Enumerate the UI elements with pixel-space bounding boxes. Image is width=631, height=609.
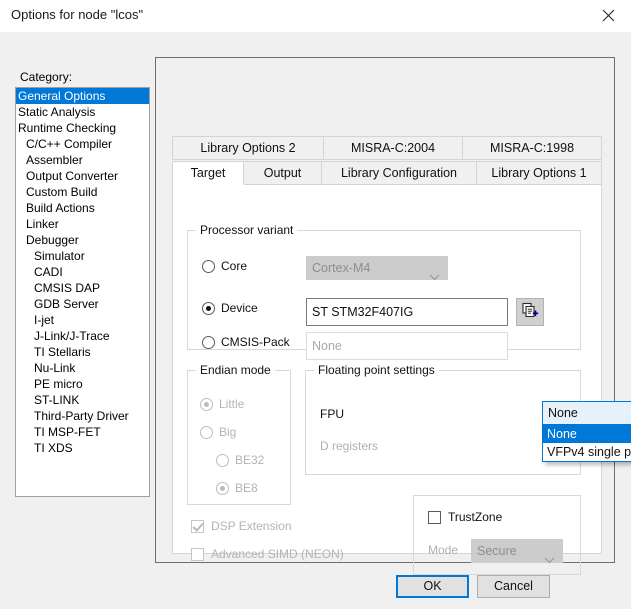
radio-cmsis-pack-label: CMSIS-Pack — [221, 335, 290, 349]
radio-endian-be32-indicator — [216, 453, 229, 467]
fpu-combo-field[interactable]: None — [542, 401, 631, 425]
floating-point-title: Floating point settings — [314, 363, 439, 377]
tab-misra-c-2004[interactable]: MISRA-C:2004 — [324, 136, 463, 160]
checkbox-advanced-simd[interactable]: Advanced SIMD (NEON) — [191, 547, 344, 561]
category-item[interactable]: TI MSP-FET — [16, 424, 149, 440]
checkbox-trustzone[interactable]: TrustZone — [428, 510, 502, 524]
radio-endian-be32[interactable]: BE32 — [216, 453, 264, 467]
endian-mode-group: Endian mode Little Big BE32 BE8 — [187, 363, 291, 505]
checkbox-advanced-simd-label: Advanced SIMD (NEON) — [211, 547, 344, 561]
category-item[interactable]: General Options — [16, 88, 149, 104]
category-list[interactable]: General Options Static Analysis Runtime Ch… — [15, 87, 150, 497]
core-combo-value: Cortex-M4 — [312, 261, 371, 275]
trustzone-mode-value: Secure — [477, 544, 517, 558]
category-item[interactable]: Build Actions — [16, 200, 149, 216]
radio-endian-little-indicator — [200, 397, 213, 411]
checkbox-trustzone-indicator — [428, 510, 441, 524]
radio-cmsis-pack-indicator — [202, 335, 215, 349]
floating-point-group: Floating point settings FPU D registers … — [305, 363, 631, 475]
endian-mode-title: Endian mode — [196, 363, 275, 377]
radio-core-label: Core — [221, 259, 248, 273]
fpu-label: FPU — [320, 407, 344, 421]
category-item[interactable]: CADI — [16, 264, 149, 280]
device-select-icon — [521, 302, 539, 322]
trustzone-mode-combo: Secure — [471, 539, 563, 564]
radio-cmsis-pack[interactable]: CMSIS-Pack — [202, 335, 290, 349]
device-select-button[interactable] — [516, 298, 544, 326]
close-button[interactable] — [585, 0, 631, 31]
title-bar: Options for node "lcos" — [0, 0, 631, 32]
radio-endian-be32-label: BE32 — [235, 453, 265, 467]
category-item[interactable]: Assembler — [16, 152, 149, 168]
tab-row-lower: Target Output Library Configuration Library… — [172, 161, 602, 185]
radio-device[interactable]: Device — [202, 301, 258, 315]
category-item[interactable]: I-jet — [16, 312, 149, 328]
fpu-combo-value: None — [548, 406, 578, 420]
radio-endian-little-label: Little — [219, 397, 245, 411]
cmsis-pack-input[interactable]: None — [306, 332, 508, 360]
radio-core[interactable]: Core — [202, 259, 247, 273]
trustzone-mode-label: Mode — [428, 543, 459, 557]
dialog-body: Category: General Options Static Analysis… — [0, 32, 631, 609]
fpu-option[interactable]: None — [543, 425, 631, 443]
d-registers-label: D registers — [320, 439, 379, 453]
processor-variant-title: Processor variant — [196, 223, 298, 237]
close-icon — [602, 9, 615, 22]
category-label: Category: — [20, 70, 73, 84]
radio-endian-big-label: Big — [219, 425, 237, 439]
radio-core-indicator — [202, 259, 215, 273]
device-input[interactable]: ST STM32F407IG — [306, 298, 508, 326]
category-item[interactable]: Nu-Link — [16, 360, 149, 376]
checkbox-advanced-simd-indicator — [191, 547, 204, 561]
category-item[interactable]: Output Converter — [16, 168, 149, 184]
category-item[interactable]: Custom Build — [16, 184, 149, 200]
tab-panel-target: Processor variant Core Cortex-M4 Device … — [172, 184, 631, 575]
category-item[interactable]: Runtime Checking — [16, 120, 149, 136]
radio-endian-big-indicator — [200, 425, 213, 439]
tab-row-upper: Library Options 2 MISRA-C:2004 MISRA-C:199… — [172, 136, 602, 160]
fpu-combo-list[interactable]: NoneVFPv4 single precision — [542, 425, 631, 462]
category-item[interactable]: C/C++ Compiler — [16, 136, 149, 152]
tab-bar: Library Options 2 MISRA-C:2004 MISRA-C:199… — [172, 136, 602, 185]
chevron-down-icon — [544, 549, 555, 571]
category-item[interactable]: TI XDS — [16, 440, 149, 456]
tab-output[interactable]: Output — [244, 161, 322, 185]
category-item[interactable]: Static Analysis — [16, 104, 149, 120]
category-item[interactable]: CMSIS DAP — [16, 280, 149, 296]
tab-library-options-1[interactable]: Library Options 1 — [477, 161, 602, 185]
tab-library-options-2[interactable]: Library Options 2 — [172, 136, 324, 160]
category-item[interactable]: Simulator — [16, 248, 149, 264]
trustzone-group: TrustZone Mode Secure — [413, 495, 581, 575]
radio-endian-be8[interactable]: BE8 — [216, 481, 258, 495]
category-item[interactable]: GDB Server — [16, 296, 149, 312]
fpu-combo[interactable]: None NoneVFPv4 single precision — [542, 401, 631, 462]
radio-device-indicator — [202, 301, 215, 315]
category-item[interactable]: Debugger — [16, 232, 149, 248]
radio-endian-little[interactable]: Little — [200, 397, 244, 411]
checkbox-trustzone-label: TrustZone — [448, 510, 503, 524]
category-item[interactable]: ST-LINK — [16, 392, 149, 408]
fpu-option[interactable]: VFPv4 single precision — [543, 443, 631, 461]
checkbox-dsp-extension-indicator — [191, 519, 204, 533]
category-item[interactable]: Third-Party Driver — [16, 408, 149, 424]
radio-endian-big[interactable]: Big — [200, 425, 236, 439]
tab-misra-c-1998[interactable]: MISRA-C:1998 — [463, 136, 602, 160]
category-item[interactable]: Linker — [16, 216, 149, 232]
category-item[interactable]: TI Stellaris — [16, 344, 149, 360]
window-title: Options for node "lcos" — [11, 7, 144, 22]
radio-endian-be8-label: BE8 — [235, 481, 258, 495]
radio-endian-be8-indicator — [216, 481, 229, 495]
processor-variant-group: Processor variant Core Cortex-M4 Device … — [187, 223, 581, 360]
radio-device-label: Device — [221, 301, 258, 315]
category-item[interactable]: J-Link/J-Trace — [16, 328, 149, 344]
ok-button[interactable]: OK — [396, 575, 469, 598]
core-combo: Cortex-M4 — [306, 256, 448, 281]
checkbox-dsp-extension-label: DSP Extension — [211, 519, 292, 533]
tab-library-configuration[interactable]: Library Configuration — [322, 161, 477, 185]
tab-target[interactable]: Target — [172, 161, 244, 185]
category-item[interactable]: PE micro — [16, 376, 149, 392]
checkbox-dsp-extension[interactable]: DSP Extension — [191, 519, 292, 533]
chevron-down-icon — [429, 266, 440, 288]
cancel-button[interactable]: Cancel — [477, 575, 550, 598]
